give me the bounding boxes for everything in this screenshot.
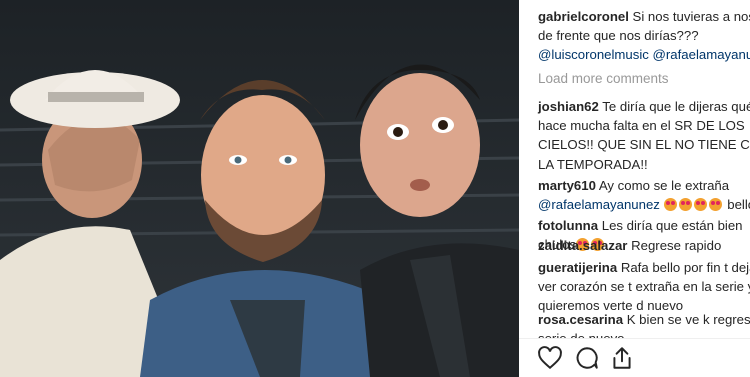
heart-icon[interactable] <box>537 345 563 371</box>
comment-text: K bien se ve k regrese ala <box>626 312 750 327</box>
comment: joshian62 Te diría que le dijeras qué ha… <box>538 97 750 174</box>
emoji-icon <box>663 198 677 212</box>
comment-text: Te diría que le dijeras qué <box>602 99 750 114</box>
comment-text: Rafa bello por fin t dejas <box>620 260 750 275</box>
share-icon[interactable] <box>609 345 635 371</box>
emoji-icon <box>693 198 707 212</box>
comment-username[interactable]: rosa.cesarina <box>538 312 623 327</box>
comment-username[interactable]: fotolunna <box>538 218 598 233</box>
emoji-icon <box>678 198 692 212</box>
comment-text: CIELOS!! QUE SIN EL NO TIENE CHISTE <box>538 137 750 153</box>
comment-username[interactable]: joshian62 <box>538 99 599 114</box>
post-actions-bar <box>519 338 750 377</box>
comment: rosa.cesarina K bien se ve k regrese ala… <box>538 310 750 338</box>
comment: gueratijerina Rafa bello por fin t dejas… <box>538 258 750 316</box>
comments-panel: gabrielcoronel Si nos tuvieras a nosotro… <box>519 0 750 377</box>
comment-icon[interactable] <box>574 345 600 371</box>
comment-text: de frente que nos dirías??? <box>538 28 699 44</box>
comment-username[interactable]: gabrielcoronel <box>538 9 629 24</box>
comment-text: serie de nuevo <box>538 329 750 338</box>
comment-text: bellos <box>727 197 750 213</box>
comment: zaidita.salazar Regrese rapido <box>538 236 750 255</box>
comment-username[interactable]: marty610 <box>538 178 596 193</box>
load-more-comments[interactable]: Load more comments <box>538 71 669 86</box>
emoji-icon <box>708 198 722 212</box>
comment-text: LA TEMPORADA!! <box>538 156 648 172</box>
comment: gabrielcoronel Si nos tuvieras a nosotro… <box>538 7 750 65</box>
comment-text: Regrese rapido <box>631 238 722 253</box>
comment-username[interactable]: zaidita.salazar <box>538 238 627 253</box>
comment-username[interactable]: gueratijerina <box>538 260 617 275</box>
comments-list[interactable]: gabrielcoronel Si nos tuvieras a nosotro… <box>519 0 750 338</box>
comment-mentions[interactable]: @luiscoronelmusic @rafaelamayanunez <box>538 45 750 64</box>
comment-text: Les diría que están bien <box>601 218 743 233</box>
post-photo[interactable] <box>0 0 519 377</box>
comment-mentions[interactable]: @rafaelamayanunez <box>538 197 660 212</box>
comment-text: Ay como se le extraña <box>598 178 730 193</box>
selfie-photo <box>0 0 519 377</box>
comment: marty610 Ay como se le extraña @rafaelam… <box>538 176 750 214</box>
comment-text: Si nos tuvieras a nosotros <box>632 9 750 24</box>
comment-text: hace mucha falta en el SR DE LOS <box>538 118 745 134</box>
comment-text: ver corazón se t extraña en la serie ya <box>538 279 750 295</box>
